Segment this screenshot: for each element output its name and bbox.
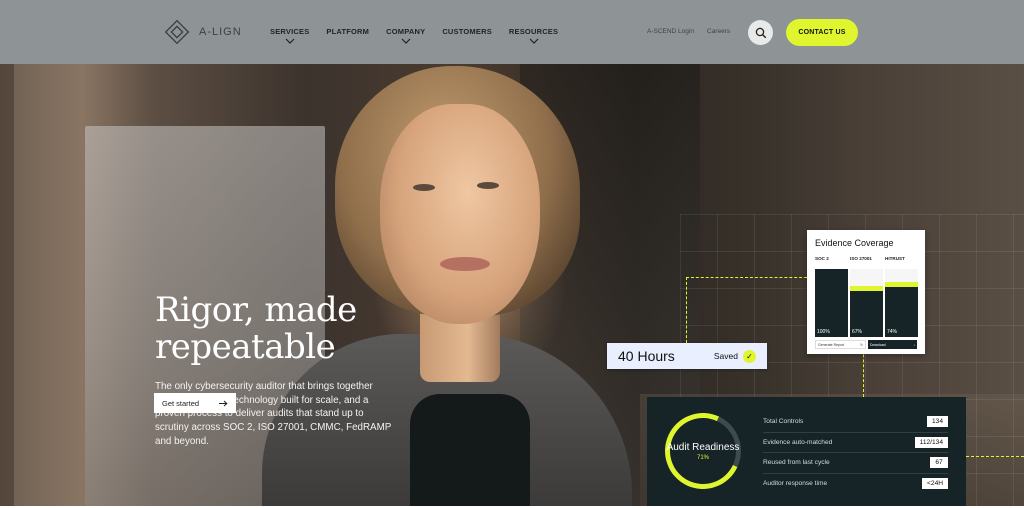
portrait-eye (413, 184, 435, 191)
download-label: Download (870, 342, 886, 347)
nav-item-label: RESOURCES (508, 27, 559, 36)
coverage-bar: ISO 27001 67% (850, 256, 883, 337)
logo[interactable]: A-LIGN (164, 19, 242, 45)
audit-stats: Total Controls 134 Evidence auto-matched… (763, 412, 948, 494)
connector-line (686, 277, 807, 278)
hero-title-line: repeatable (155, 327, 336, 367)
get-started-label: Get started (162, 398, 200, 408)
coverage-bar: HITRUST 74% (885, 256, 918, 337)
nav-item-label: PLATFORM (326, 27, 370, 36)
nav-item-customers[interactable]: CUSTOMERS (442, 27, 492, 44)
hero-copy: Rigor, made repeatable The only cybersec… (155, 292, 415, 449)
careers-link[interactable]: Careers (707, 28, 730, 35)
stat-value: <24H (922, 478, 948, 490)
logo-mark-icon (164, 19, 190, 45)
stat-row: Auditor response time <24H (763, 474, 948, 495)
nav-item-label: CUSTOMERS (442, 27, 492, 36)
download-icon: ↓ (913, 342, 915, 347)
coverage-bar-accent (885, 282, 918, 287)
stat-value: 134 (926, 416, 948, 428)
refresh-icon: ↻ (860, 342, 863, 347)
chevron-down-icon (401, 38, 411, 44)
nav-item-services[interactable]: SERVICES (270, 27, 309, 44)
logo-text: A-LIGN (199, 26, 242, 38)
readiness-ring-text: Audit Readiness 71% (665, 413, 741, 489)
evidence-card-footer: Generate Report ↻ Download ↓ (815, 340, 917, 349)
evidence-coverage-title: Evidence Coverage (815, 238, 894, 248)
readiness-title: Audit Readiness (666, 441, 740, 453)
coverage-bar-value: 100% (817, 329, 830, 335)
chevron-down-icon (529, 38, 538, 44)
arrow-right-icon (219, 400, 228, 406)
nav-item-platform[interactable]: PLATFORM (326, 27, 369, 44)
chevron-down-icon (285, 38, 295, 44)
coverage-bar-label: SOC 2 (815, 256, 829, 261)
contact-us-button[interactable]: CONTACT US (786, 19, 858, 46)
hero-title: Rigor, made repeatable (155, 292, 415, 366)
hero-description: The only cybersecurity auditor that brin… (155, 381, 392, 447)
coverage-bar-track: 67% (850, 269, 883, 337)
stat-label: Reused from last cycle (763, 459, 830, 467)
saved-label: Saved (713, 351, 738, 361)
hero-background-pillar (0, 64, 14, 506)
coverage-bar-accent (850, 286, 883, 291)
stat-value: 112/134 (914, 436, 948, 448)
portrait-lips (440, 257, 490, 271)
search-button[interactable] (748, 20, 773, 45)
main-nav: SERVICES PLATFORM COMPANY CUSTOMERS RESO… (270, 27, 558, 44)
stat-row: Evidence auto-matched 112/134 (763, 433, 948, 453)
stat-row: Total Controls 134 (763, 412, 948, 433)
evidence-coverage-card: Evidence Coverage SOC 2 100% ISO 27001 6… (807, 230, 925, 354)
check-icon: ✓ (743, 349, 756, 363)
portrait-top (410, 394, 530, 506)
portrait-eye (477, 182, 499, 189)
site-header: A-LIGN SERVICES PLATFORM COMPANY CUSTOME… (0, 0, 1024, 64)
connector-line (686, 277, 687, 343)
coverage-bar-label: HITRUST (885, 256, 905, 261)
coverage-bar-value: 67% (852, 329, 863, 335)
coverage-bar-track: 74% (885, 269, 918, 337)
generate-report-label: Generate Report (818, 342, 845, 347)
portrait-face (380, 104, 540, 324)
coverage-bar-track: 100% (815, 269, 848, 337)
stat-label: Evidence auto-matched (763, 438, 833, 446)
saved-status: Saved ✓ (713, 349, 756, 363)
generate-report-button[interactable]: Generate Report ↻ (815, 340, 866, 349)
stat-label: Auditor response time (763, 480, 828, 488)
search-icon (755, 27, 766, 38)
stat-value: 67 (930, 457, 948, 469)
hero-title-line: Rigor, made (155, 290, 357, 330)
coverage-bar: SOC 2 100% (815, 256, 848, 337)
nav-item-resources[interactable]: RESOURCES (509, 27, 558, 44)
ascend-login-link[interactable]: A-SCEND Login (647, 28, 694, 35)
readiness-percent: 71% (696, 454, 709, 461)
coverage-bar-label: ISO 27001 (850, 256, 872, 261)
nav-item-label: COMPANY (386, 27, 426, 36)
coverage-bar-fill (815, 269, 848, 337)
stat-row: Reused from last cycle 67 (763, 453, 948, 474)
coverage-bars: SOC 2 100% ISO 27001 67% HITRUST 74% (815, 256, 918, 337)
get-started-button[interactable]: Get started (154, 393, 236, 413)
hours-value: 40 Hours (618, 348, 675, 364)
connector-line (966, 456, 1024, 457)
stat-label: Total Controls (763, 418, 804, 426)
nav-item-company[interactable]: COMPANY (386, 27, 425, 44)
audit-readiness-panel: Audit Readiness 71% Total Controls 134 E… (647, 397, 966, 506)
hours-saved-chip: 40 Hours Saved ✓ (607, 343, 767, 369)
coverage-bar-value: 74% (887, 329, 898, 335)
nav-item-label: SERVICES (270, 27, 310, 36)
download-button[interactable]: Download ↓ (868, 340, 917, 349)
